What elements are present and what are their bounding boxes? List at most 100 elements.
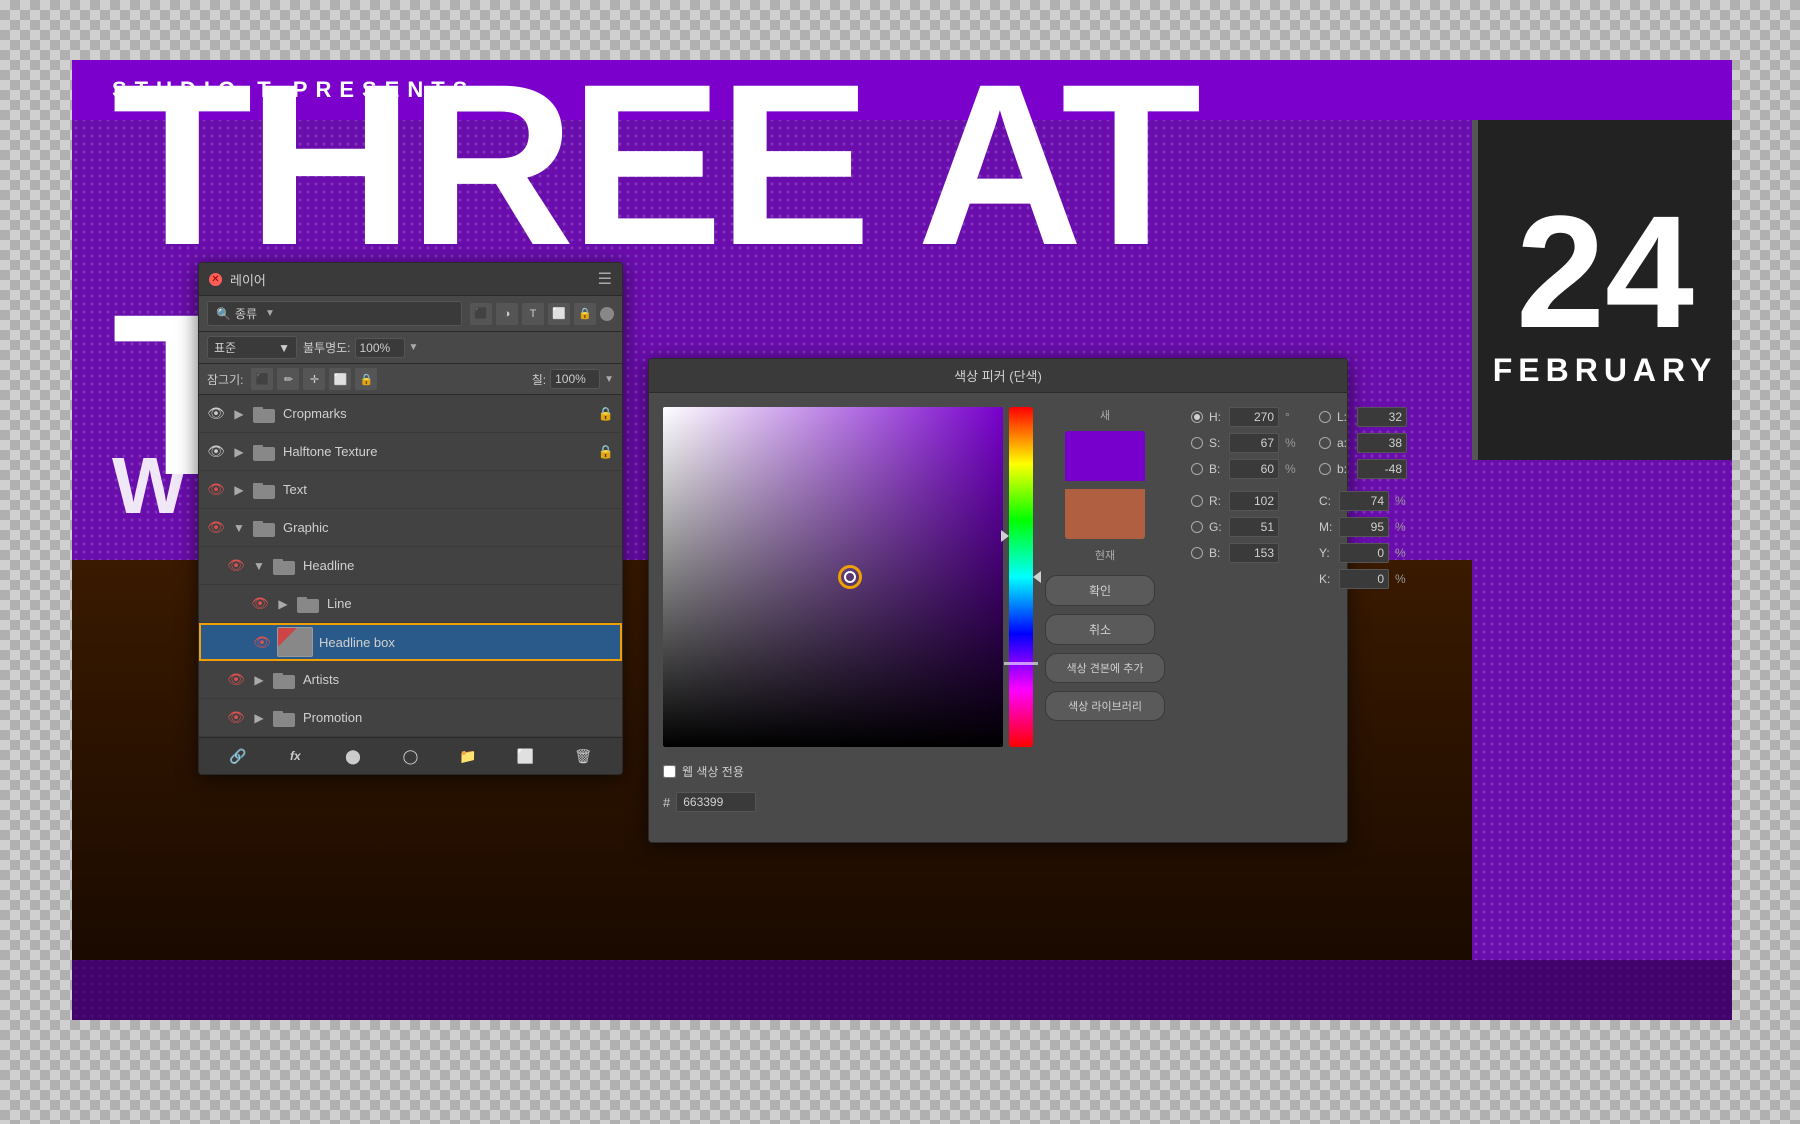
blend-mode-select[interactable]: 표준 ▼ [207,336,297,359]
layer-item-artists[interactable]: 👁 ▶ Artists [199,661,622,699]
new-color-swatch [1065,431,1145,481]
library-button[interactable]: 색상 라이브러리 [1045,691,1165,721]
layer-item-promotion[interactable]: 👁 ▶ Promotion [199,699,622,737]
k-value-row: K: % [1319,569,1409,589]
fill-input[interactable]: 100% [550,369,600,389]
fill-arrow: ▼ [604,374,614,385]
web-only-checkbox[interactable] [663,765,676,778]
layer-item-halftone[interactable]: 👁 ▶ Halftone Texture 🔒 [199,433,622,471]
lock-move-btn[interactable]: ✛ [303,368,325,390]
eye-icon-cropmarks[interactable]: 👁 [207,405,225,422]
a-input[interactable] [1357,433,1407,453]
s-radio[interactable] [1191,437,1203,449]
lock-artboard-btn[interactable]: ⬜ [329,368,351,390]
a-value-row: a: [1319,433,1409,453]
layer-name-halftone: Halftone Texture [283,444,592,459]
web-only-checkbox-label[interactable]: 웹 색상 전용 [663,763,744,780]
eye-icon-promotion[interactable]: 👁 [227,709,245,726]
color-picker-left: 웹 색상 전용 # [663,407,1033,812]
mask-action-icon[interactable]: ⬤ [340,743,366,769]
eye-icon-artists[interactable]: 👁 [227,671,245,688]
layer-item-line[interactable]: 👁 ▶ Line [199,585,622,623]
layer-item-cropmarks[interactable]: 👁 ▶ Cropmarks 🔒 [199,395,622,433]
opacity-label: 불투명도: [303,339,351,356]
blend-mode-value: 표준 [214,339,236,356]
filter-adjust-icon[interactable]: ◑ [496,303,518,325]
hue-arrow-left [1001,530,1009,542]
c-input[interactable] [1339,491,1389,511]
layer-item-headline-box[interactable]: 👁 Headline box [199,623,622,661]
h-input[interactable] [1229,407,1279,427]
s-input[interactable] [1229,433,1279,453]
g-radio[interactable] [1191,521,1203,533]
lock-pixels-btn[interactable]: ⬛ [251,368,273,390]
b2-input[interactable] [1357,459,1407,479]
eye-icon-text[interactable]: 👁 [207,481,225,498]
r-input[interactable] [1229,491,1279,511]
eye-icon-halftone[interactable]: 👁 [207,443,225,460]
layer-item-headline[interactable]: 👁 ▼ Headline [199,547,622,585]
expand-cropmarks[interactable]: ▶ [231,407,247,421]
panel-close-button[interactable]: ✕ [209,273,222,286]
lock-label: 잠그기: [207,371,243,388]
h-value-row: H: ° [1191,407,1299,427]
expand-promotion[interactable]: ▶ [251,711,267,725]
link-action-icon[interactable]: 🔗 [225,743,251,769]
a-label: a: [1337,436,1351,450]
hex-input[interactable] [676,792,756,812]
confirm-button[interactable]: 확인 [1045,575,1155,606]
layer-name-line: Line [327,596,614,611]
blue-input[interactable] [1229,543,1279,563]
circle-action-icon[interactable]: ◯ [397,743,423,769]
eye-icon-headline[interactable]: 👁 [227,557,245,574]
layers-menu-icon[interactable]: ☰ [598,269,612,289]
b2-radio[interactable] [1319,463,1331,475]
hue-slider[interactable] [1009,407,1033,747]
eye-icon-graphic[interactable]: 👁 [207,519,225,536]
r-radio[interactable] [1191,495,1203,507]
cancel-button[interactable]: 취소 [1045,614,1155,645]
h-radio[interactable] [1191,411,1203,423]
filter-pixel-icon[interactable]: ⬛ [470,303,492,325]
expand-halftone[interactable]: ▶ [231,445,247,459]
color-gradient-field[interactable] [663,407,1003,747]
layers-search-box[interactable]: 🔍 종류 ▼ [207,301,462,326]
k-input[interactable] [1339,569,1389,589]
expand-graphic[interactable]: ▼ [231,521,247,535]
layer-item-text[interactable]: 👁 ▶ Text [199,471,622,509]
y-input[interactable] [1339,543,1389,563]
filter-smart-icon[interactable]: 🔒 [574,303,596,325]
add-swatch-button[interactable]: 색상 견본에 추가 [1045,653,1165,683]
expand-headline[interactable]: ▼ [251,559,267,573]
expand-line[interactable]: ▶ [275,597,291,611]
folder-action-icon[interactable]: 📁 [455,743,481,769]
expand-text[interactable]: ▶ [231,483,247,497]
layers-titlebar-left: ✕ 레이어 [209,270,266,289]
lock-paint-btn[interactable]: ✏ [277,368,299,390]
copy-action-icon[interactable]: ⬜ [513,743,539,769]
layer-name-text: Text [283,482,614,497]
blue-radio[interactable] [1191,547,1203,559]
b-radio[interactable] [1191,463,1203,475]
lock-all-btn[interactable]: 🔒 [355,368,377,390]
m-input[interactable] [1339,517,1389,537]
expand-artists[interactable]: ▶ [251,673,267,687]
filter-shape-icon[interactable]: ⬜ [548,303,570,325]
g-input[interactable] [1229,517,1279,537]
filter-toggle[interactable] [600,307,614,321]
eye-icon-headline-box[interactable]: 👁 [253,634,271,651]
r-label: R: [1209,494,1223,508]
fx-action-icon[interactable]: fx [282,743,308,769]
delete-action-icon[interactable]: 🗑 [570,743,596,769]
l-input[interactable] [1357,407,1407,427]
m-value-row: M: % [1319,517,1409,537]
opacity-input[interactable]: 100% [355,338,405,358]
filter-text-icon[interactable]: T [522,303,544,325]
color-picker-panel: 색상 피커 (단색) [648,358,1348,843]
a-radio[interactable] [1319,437,1331,449]
layer-item-graphic[interactable]: 👁 ▼ Graphic [199,509,622,547]
b-input[interactable] [1229,459,1279,479]
fill-label: 칠: [532,371,546,388]
eye-icon-line[interactable]: 👁 [251,595,269,612]
l-radio[interactable] [1319,411,1331,423]
